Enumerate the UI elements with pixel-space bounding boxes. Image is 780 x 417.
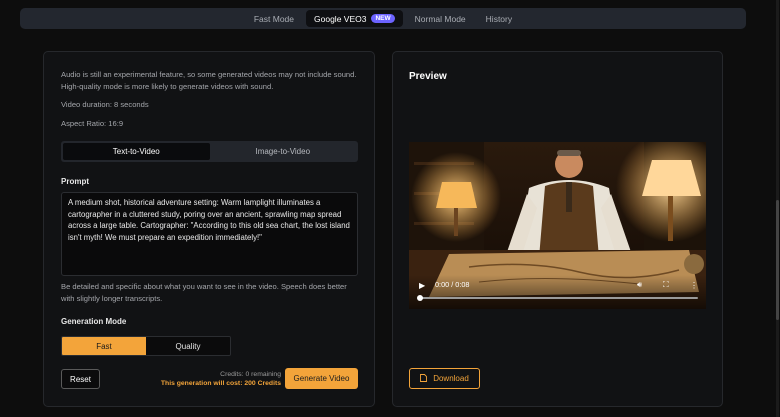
- preview-panel: Preview ▶ 0:00 / 0:08 🔊︎ ⛶ ⋮ Download: [392, 51, 723, 407]
- reset-button[interactable]: Reset: [61, 369, 100, 389]
- video-duration: Video duration: 8 seconds: [61, 100, 149, 109]
- new-badge: NEW: [371, 14, 395, 23]
- credits-remaining: Credits: 0 remaining: [220, 371, 281, 378]
- tab-google-veo3[interactable]: Google VEO3 NEW: [306, 10, 403, 27]
- generate-video-button[interactable]: Generate Video: [285, 368, 358, 389]
- tab-label: Google VEO3: [314, 13, 367, 24]
- download-button[interactable]: Download: [409, 368, 480, 389]
- credits-info: Credits: 0 remaining This generation wil…: [161, 370, 281, 388]
- tab-label: Normal Mode: [414, 13, 466, 24]
- video-controls: ▶ 0:00 / 0:08 🔊︎ ⛶ ⋮: [409, 275, 706, 309]
- input-mode-switch: Text-to-Video Image-to-Video: [61, 141, 358, 162]
- aspect-ratio: Aspect Ratio: 16:9: [61, 119, 124, 128]
- prompt-label: Prompt: [61, 177, 89, 186]
- file-icon: [420, 373, 428, 384]
- video-player[interactable]: ▶ 0:00 / 0:08 🔊︎ ⛶ ⋮: [409, 142, 706, 309]
- preview-title: Preview: [409, 71, 447, 82]
- more-options-icon[interactable]: ⋮: [690, 281, 698, 290]
- play-icon[interactable]: ▶: [419, 281, 425, 290]
- fullscreen-icon[interactable]: ⛶: [663, 280, 669, 290]
- generation-cost: This generation will cost: 200 Credits: [160, 380, 281, 387]
- generation-mode-label: Generation Mode: [61, 317, 127, 326]
- prompt-hint: Be detailed and specific about what you …: [61, 282, 347, 303]
- volume-icon[interactable]: 🔊︎: [637, 280, 642, 290]
- tab-label: Fast Mode: [253, 13, 295, 24]
- tab-label: History: [485, 13, 513, 24]
- tab-fast-mode[interactable]: Fast Mode: [246, 10, 302, 27]
- generation-mode-toggle: Fast Quality: [61, 336, 231, 356]
- audio-note: Audio is still an experimental feature, …: [61, 70, 357, 91]
- tab-normal-mode[interactable]: Normal Mode: [407, 10, 474, 27]
- video-progress-bar[interactable]: [417, 295, 698, 301]
- download-label: Download: [433, 374, 469, 383]
- tab-text-to-video[interactable]: Text-to-Video: [63, 143, 210, 160]
- fast-option[interactable]: Fast: [62, 337, 146, 355]
- mode-nav-bar: Fast Mode Google VEO3 NEW Normal Mode Hi…: [20, 8, 746, 29]
- scrollbar-thumb[interactable]: [776, 200, 779, 320]
- quality-option[interactable]: Quality: [146, 337, 230, 355]
- generation-form-panel: Audio is still an experimental feature, …: [43, 51, 375, 407]
- tab-history[interactable]: History: [478, 10, 520, 27]
- progress-knob[interactable]: [417, 295, 423, 301]
- video-time: 0:00 / 0:08: [435, 280, 470, 289]
- prompt-input[interactable]: [61, 192, 358, 276]
- tab-image-to-video[interactable]: Image-to-Video: [210, 143, 357, 160]
